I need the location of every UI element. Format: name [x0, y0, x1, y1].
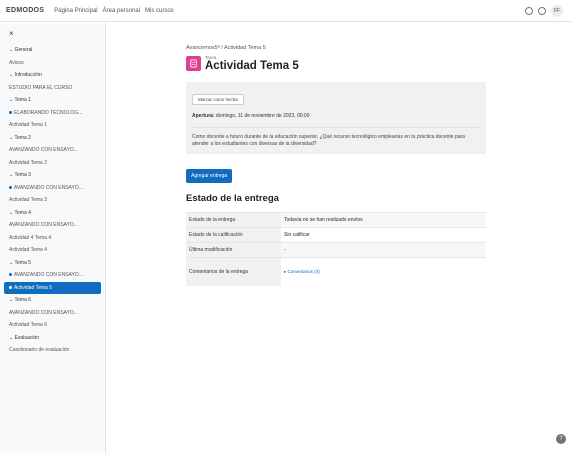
- notifications-icon[interactable]: [525, 7, 533, 15]
- add-submission-button[interactable]: Agregar entrega: [186, 169, 233, 183]
- sidebar-item-label: Tema 3: [14, 172, 31, 178]
- table-row: Última modificación -: [186, 242, 486, 258]
- messages-icon[interactable]: [538, 7, 546, 15]
- sidebar-item-label: ESTUDIO PARA EL CURSO: [9, 84, 73, 91]
- nav-courses-link[interactable]: Mis cursos: [145, 8, 174, 14]
- sidebar-item-label: ELABORANDO TECNOLOG...: [14, 109, 83, 116]
- sidebar-item-label: Tema 6: [14, 297, 31, 303]
- nav-home-link[interactable]: Página Principal: [54, 8, 97, 14]
- sidebar-item-label: Actividad Tema 6: [9, 322, 47, 328]
- sidebar-section[interactable]: ⌄ General: [4, 44, 101, 57]
- sidebar-item-label: Tema 1: [14, 97, 31, 103]
- sidebar-item[interactable]: Actividad Tema 6: [4, 319, 101, 332]
- sidebar-section[interactable]: ⌄ Tema 1: [4, 94, 101, 107]
- completion-dot-icon: [9, 110, 12, 114]
- dates-value: domingo, 11 de noviembre de 2023, 00:00: [215, 113, 310, 119]
- sidebar-item[interactable]: Actividad Tema 1: [4, 119, 101, 132]
- activity-dates: Apertura: domingo, 11 de noviembre de 20…: [192, 113, 480, 128]
- sidebar-item-label: AVANZANDO CON ENSAYO...: [9, 309, 78, 316]
- user-avatar[interactable]: FF: [551, 5, 563, 17]
- status-label: Comentarios de la entrega: [186, 257, 281, 286]
- sidebar-item-label: Avisos: [9, 59, 24, 66]
- sidebar-item-label: Cuestionario de evaluación: [9, 347, 70, 353]
- sidebar-item-label: Actividad Tema 3: [9, 197, 47, 203]
- sidebar-item[interactable]: AVANZANDO CON ENSAYO...: [4, 307, 101, 320]
- submission-status-heading: Estado de la entrega: [186, 193, 279, 204]
- activity-description: Como docente a futuro durante de la educ…: [192, 134, 465, 147]
- sidebar-item-label: Evaluación: [14, 334, 40, 341]
- table-row: Estado de la entrega Todavía no se han r…: [186, 212, 486, 228]
- sidebar-item[interactable]: ELABORANDO TECNOLOG...: [4, 107, 101, 120]
- sidebar-item-label: General: [14, 47, 33, 53]
- sidebar-item-label: Tema 2: [14, 134, 31, 141]
- comments-link[interactable]: ▸ Comentarios (0): [284, 269, 320, 274]
- sidebar-item[interactable]: AVANZANDO CON ENSAYO...: [4, 182, 101, 195]
- dates-label: Apertura:: [192, 113, 215, 119]
- help-button[interactable]: ?: [556, 434, 566, 444]
- sidebar-item-label: AVANZANDO CON ENSAYO...: [9, 222, 78, 228]
- close-drawer-icon[interactable]: ×: [4, 27, 101, 44]
- sidebar-section[interactable]: ⌄ Evaluación: [4, 332, 101, 345]
- status-value: Todavía no se han realizado envíos: [281, 212, 486, 228]
- sidebar-item[interactable]: Actividad 4 Tema 4: [4, 232, 101, 245]
- sidebar-item[interactable]: AVANZANDO CON ENSAYO...: [4, 219, 101, 232]
- breadcrumb[interactable]: Avancemos5º / Actividad Tema 5: [186, 45, 486, 51]
- sidebar-item[interactable]: Actividad Tema 5: [4, 281, 101, 294]
- sidebar-item-label: Actividad 4 Tema 4: [9, 234, 52, 241]
- page-header: Tarea Actividad Tema 5: [186, 55, 486, 72]
- status-label: Estado de la calificación: [186, 227, 281, 243]
- navbar-actions: FF: [525, 5, 563, 17]
- completion-dot-icon: [9, 273, 12, 277]
- sidebar-item[interactable]: AVANZANDO CON ENSAYO...: [4, 144, 101, 157]
- sidebar-item[interactable]: AVANZANDO CON ENSAYO...: [4, 269, 101, 282]
- sidebar-section[interactable]: ⌄ Tema 4: [4, 207, 101, 220]
- sidebar-section[interactable]: ⌄ Tema 6: [4, 294, 101, 307]
- status-value: -: [281, 242, 486, 258]
- sidebar-section[interactable]: ⌄ Tema 5: [4, 257, 101, 270]
- status-label: Última modificación: [186, 242, 281, 258]
- sidebar-item-label: Actividad Tema 1: [9, 122, 47, 128]
- submission-status-table: Estado de la entrega Todavía no se han r…: [186, 212, 486, 286]
- sidebar-item-label: AVANZANDO CON ENSAYO...: [14, 184, 83, 191]
- completion-dot-icon: [9, 285, 12, 289]
- sidebar-item[interactable]: Actividad Tema 4: [4, 244, 101, 257]
- table-row: Comentarios de la entrega ▸ Comentarios …: [186, 257, 486, 286]
- assignment-icon: [186, 56, 201, 71]
- sidebar-item[interactable]: Actividad Tema 2: [4, 157, 101, 170]
- sidebar-item-label: Introducción: [14, 72, 42, 78]
- sidebar-item-label: AVANZANDO CON ENSAYO...: [9, 147, 78, 153]
- course-index-drawer: × ⌄ General Avisos ⌄ Introducción ESTUDIO P…: [0, 23, 106, 453]
- status-value: Sin calificar: [281, 227, 486, 243]
- page-title: Actividad Tema 5: [205, 60, 299, 72]
- main-content: Avancemos5º / Actividad Tema 5 Tarea Act…: [186, 45, 486, 286]
- mark-as-done-button[interactable]: Marcar como hecha: [192, 94, 244, 105]
- completion-dot-icon: [9, 185, 12, 189]
- sidebar-item-label: Actividad Tema 5: [14, 284, 52, 291]
- sidebar-item-label: Actividad Tema 2: [9, 159, 47, 166]
- sidebar-item-label: Tema 5: [14, 259, 31, 266]
- table-row: Estado de la calificación Sin calificar: [186, 227, 486, 243]
- sidebar-section[interactable]: ⌄ Tema 3: [4, 169, 101, 182]
- site-brand[interactable]: EDMODOS: [6, 7, 44, 14]
- sidebar-item[interactable]: Cuestionario de evaluación: [4, 344, 101, 357]
- sidebar-item-label: Actividad Tema 4: [9, 247, 47, 253]
- sidebar-section[interactable]: ⌄ Tema 2: [4, 132, 101, 145]
- status-label: Estado de la entrega: [186, 212, 281, 228]
- activity-info: Marcar como hecha Apertura: domingo, 11 …: [186, 82, 486, 154]
- sidebar-section[interactable]: ⌄ Introducción: [4, 69, 101, 82]
- top-navbar: EDMODOS Página Principal Área personal M…: [0, 0, 571, 22]
- sidebar-item[interactable]: Actividad Tema 3: [4, 194, 101, 207]
- sidebar-item-label: Tema 4: [14, 209, 31, 216]
- sidebar-item[interactable]: ESTUDIO PARA EL CURSO: [4, 82, 101, 95]
- nav-dashboard-link[interactable]: Área personal: [103, 8, 140, 14]
- course-index-list: ⌄ General Avisos ⌄ Introducción ESTUDIO PAR…: [4, 44, 101, 357]
- sidebar-item[interactable]: Avisos: [4, 57, 101, 70]
- sidebar-item-label: AVANZANDO CON ENSAYO...: [14, 272, 83, 278]
